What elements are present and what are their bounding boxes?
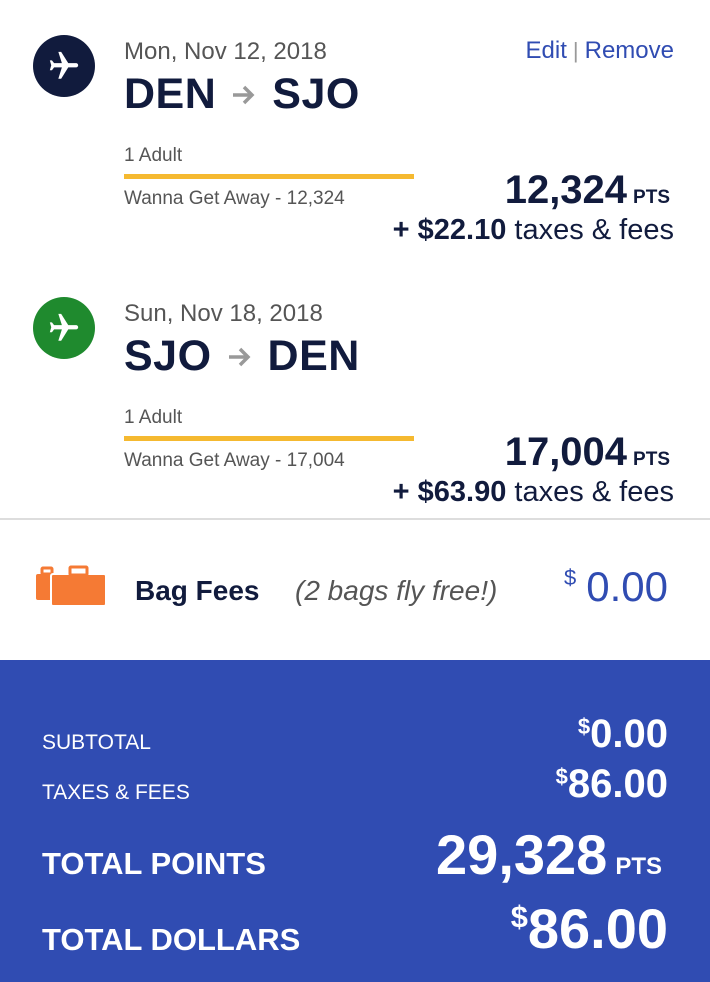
currency-symbol: $ [510, 899, 528, 935]
points-unit: PTS [633, 187, 670, 208]
total-points-label: TOTAL POINTS [42, 846, 266, 881]
origin-airport: DEN [124, 70, 217, 118]
departing-flight-icon-badge [33, 35, 95, 97]
taxes-prefix: + [392, 214, 418, 246]
price-summary: SUBTOTAL $0.00 TAXES & FEES $86.00 TOTAL… [0, 660, 710, 982]
points-value: 17,004 [504, 430, 628, 474]
arrow-right-icon [212, 346, 268, 368]
flight-points: 12,324 PTS [505, 168, 670, 213]
total-dollars-value: $86.00 [511, 896, 668, 961]
flight-date: Mon, Nov 12, 2018 [124, 38, 327, 65]
origin-airport: SJO [124, 332, 212, 380]
subtotal-value: $0.00 [578, 712, 668, 757]
currency-symbol: $ [555, 764, 568, 790]
plane-icon [49, 313, 79, 341]
bag-fees-label: Bag Fees [135, 575, 260, 606]
taxes-suffix: taxes & fees [506, 476, 674, 508]
flight-taxes: + $22.10 taxes & fees [393, 214, 674, 247]
taxes-suffix: taxes & fees [506, 214, 674, 246]
action-separator: | [572, 38, 579, 63]
total-points-amount: 29,328 [436, 823, 608, 886]
flight-taxes: + $63.90 taxes & fees [393, 476, 674, 509]
taxes-fees-label: TAXES & FEES [42, 781, 190, 804]
taxes-prefix: + [392, 476, 418, 508]
plane-icon [49, 51, 79, 79]
currency-symbol: $ [577, 714, 591, 740]
taxes-amount: $22.10 [417, 214, 507, 246]
subtotal-label: SUBTOTAL [42, 731, 151, 754]
total-dollars-label: TOTAL DOLLARS [42, 922, 301, 957]
total-points-value: 29,328 PTS [436, 822, 662, 887]
flight-route: SJO DEN [124, 332, 360, 381]
section-divider [0, 518, 710, 520]
taxes-amount: $63.90 [417, 476, 507, 508]
flight-actions: Edit | Remove [526, 37, 674, 65]
bag-fees-amount: $0.00 [564, 563, 668, 611]
taxes-fees-value: $86.00 [556, 762, 668, 807]
returning-flight-icon-badge [33, 297, 95, 359]
total-dollars-amount: 86.00 [527, 897, 668, 960]
fare-divider [124, 174, 414, 179]
destination-airport: SJO [272, 70, 360, 118]
destination-airport: DEN [267, 332, 360, 380]
passenger-count: 1 Adult [124, 407, 183, 428]
edit-link[interactable]: Edit [526, 37, 567, 64]
remove-link[interactable]: Remove [585, 37, 674, 64]
arrow-right-icon [216, 84, 272, 106]
points-unit: PTS [615, 853, 662, 880]
points-value: 12,324 [504, 168, 628, 212]
points-unit: PTS [633, 449, 670, 470]
bag-fees-value: 0.00 [586, 563, 668, 610]
flight-route: DEN SJO [124, 70, 360, 119]
flight-points: 17,004 PTS [505, 430, 670, 475]
luggage-icon [36, 564, 107, 611]
currency-symbol: $ [564, 565, 577, 590]
passenger-count: 1 Adult [124, 145, 183, 166]
fare-type: Wanna Get Away - 17,004 [124, 450, 345, 471]
bag-fees-note: (2 bags fly free!) [295, 575, 498, 606]
fare-divider [124, 436, 414, 441]
taxes-fees-amount: 86.00 [567, 762, 668, 806]
fare-type: Wanna Get Away - 12,324 [124, 188, 345, 209]
subtotal-amount: 0.00 [590, 712, 668, 756]
flight-date: Sun, Nov 18, 2018 [124, 300, 323, 327]
